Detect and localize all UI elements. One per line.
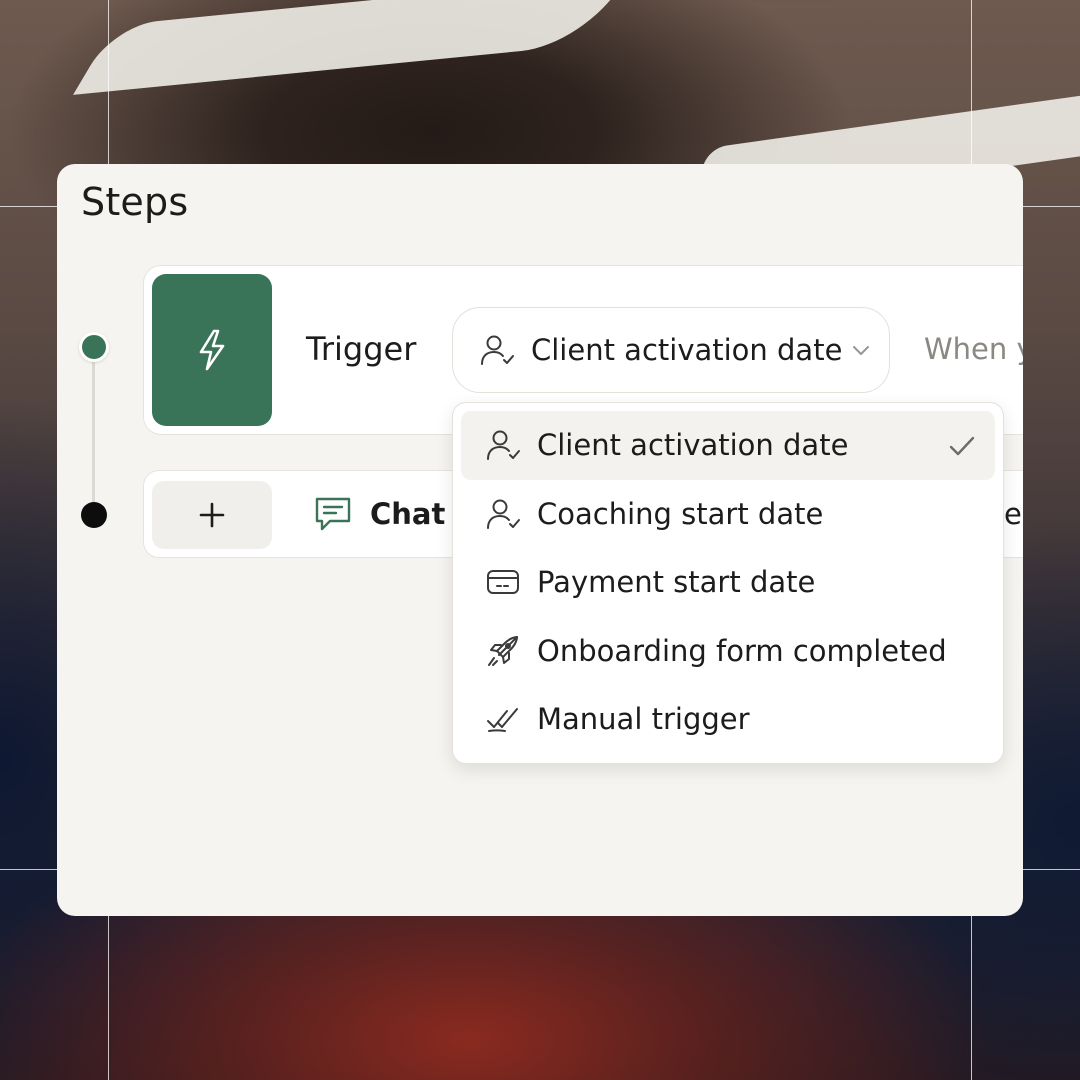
- option-onboarding-form-completed[interactable]: Onboarding form completed: [461, 617, 995, 686]
- option-coaching-start-date[interactable]: Coaching start date: [461, 480, 995, 549]
- user-check-icon: [487, 430, 520, 461]
- steps-panel: Steps Trigger Client activation date Whe…: [57, 164, 1023, 916]
- step-trailing-text: eo: [1004, 497, 1023, 531]
- option-client-activation-date[interactable]: Client activation date: [461, 411, 995, 480]
- plus-icon: [199, 502, 225, 528]
- add-step-button[interactable]: [152, 481, 272, 549]
- timeline-dot: [81, 502, 107, 528]
- option-label: Coaching start date: [537, 496, 824, 531]
- trigger-icon-tile: [152, 274, 272, 426]
- trigger-label: Trigger: [306, 330, 417, 368]
- timeline-dot-active: [79, 332, 109, 362]
- trigger-description: When y: [924, 332, 1023, 366]
- option-label: Payment start date: [537, 565, 816, 600]
- background-light-streak: [73, 0, 627, 95]
- trigger-type-select[interactable]: Client activation date: [452, 307, 890, 393]
- option-manual-trigger[interactable]: Manual trigger: [461, 685, 995, 754]
- selected-trigger-value: Client activation date: [531, 333, 843, 367]
- trigger-options-dropdown: Client activation date Coaching start da…: [452, 402, 1004, 764]
- panel-title: Steps: [81, 180, 189, 224]
- user-check-icon: [481, 335, 514, 365]
- rocket-icon: [488, 635, 518, 666]
- checkmark-icon: [949, 436, 975, 456]
- option-payment-start-date[interactable]: Payment start date: [461, 548, 995, 617]
- double-check-icon: [487, 708, 518, 733]
- timeline-connector: [92, 360, 95, 510]
- credit-card-icon: [487, 570, 519, 595]
- chat-bubble-icon: [315, 497, 351, 531]
- chevron-down-icon: [853, 346, 870, 355]
- lightning-icon: [199, 329, 225, 371]
- option-label: Onboarding form completed: [537, 633, 947, 668]
- user-check-icon: [487, 499, 520, 529]
- option-label: Manual trigger: [537, 702, 750, 737]
- option-label: Client activation date: [537, 428, 849, 463]
